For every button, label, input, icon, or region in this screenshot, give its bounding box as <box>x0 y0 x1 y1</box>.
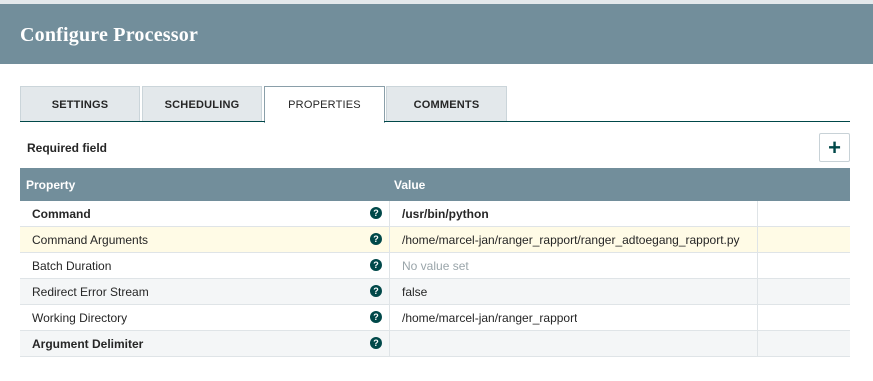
row-actions <box>758 305 850 330</box>
properties-table: Property Value Command ? /usr/bin/python… <box>20 168 850 357</box>
column-header-value[interactable]: Value <box>394 178 425 192</box>
table-header: Property Value <box>20 168 850 201</box>
plus-icon: + <box>828 134 841 160</box>
property-name: Redirect Error Stream <box>32 284 149 299</box>
row-actions <box>758 227 850 252</box>
property-value-text: false <box>402 284 428 299</box>
required-field-label: Required field <box>27 141 108 155</box>
table-row[interactable]: Command ? /usr/bin/python <box>20 201 850 227</box>
question-circle-icon[interactable]: ? <box>370 285 382 297</box>
table-row[interactable]: Command Arguments ? /home/marcel-jan/ran… <box>20 227 850 253</box>
table-row[interactable]: Batch Duration ? No value set <box>20 253 850 279</box>
row-actions <box>758 253 850 278</box>
question-circle-icon[interactable]: ? <box>370 337 382 349</box>
question-circle-icon[interactable]: ? <box>370 259 382 271</box>
tab-comments[interactable]: COMMENTS <box>386 86 507 122</box>
question-circle-icon[interactable]: ? <box>370 207 382 219</box>
property-value-text: No value set <box>402 258 469 273</box>
dialog-title: Configure Processor <box>20 24 199 46</box>
property-name: Command Arguments <box>32 232 149 247</box>
tab-scheduling[interactable]: SCHEDULING <box>142 86 262 122</box>
property-value[interactable]: /home/marcel-jan/ranger_rapport/ranger_a… <box>389 227 758 252</box>
property-name: Batch Duration <box>32 258 112 273</box>
property-value[interactable]: /home/marcel-jan/ranger_rapport <box>389 305 758 330</box>
table-row[interactable]: Redirect Error Stream ? false <box>20 279 850 305</box>
property-value-text: /home/marcel-jan/ranger_rapport <box>402 310 578 325</box>
property-value[interactable]: /usr/bin/python <box>389 201 758 226</box>
column-header-property[interactable]: Property <box>26 178 75 192</box>
property-name: Argument Delimiter <box>32 336 144 351</box>
add-property-button[interactable]: + <box>819 133 850 162</box>
property-value[interactable] <box>389 331 758 356</box>
property-value[interactable]: false <box>389 279 758 304</box>
property-name: Working Directory <box>32 310 128 325</box>
property-value-text: /home/marcel-jan/ranger_rapport/ranger_a… <box>402 232 740 247</box>
property-name: Command <box>32 206 91 221</box>
table-row[interactable]: Working Directory ? /home/marcel-jan/ran… <box>20 305 850 331</box>
active-tab-gap <box>265 121 384 122</box>
tab-properties[interactable]: PROPERTIES <box>264 86 385 123</box>
question-circle-icon[interactable]: ? <box>370 233 382 245</box>
property-value-text: /usr/bin/python <box>402 206 489 221</box>
tab-divider <box>20 121 850 122</box>
row-actions <box>758 331 850 356</box>
table-row[interactable]: Argument Delimiter ? <box>20 331 850 357</box>
row-actions <box>758 201 850 226</box>
configure-processor-dialog: Configure Processor SETTINGS SCHEDULING … <box>0 0 873 381</box>
tab-settings[interactable]: SETTINGS <box>20 86 140 122</box>
dialog-header: Configure Processor <box>0 4 873 64</box>
property-value[interactable]: No value set <box>389 253 758 278</box>
row-actions <box>758 279 850 304</box>
question-circle-icon[interactable]: ? <box>370 311 382 323</box>
